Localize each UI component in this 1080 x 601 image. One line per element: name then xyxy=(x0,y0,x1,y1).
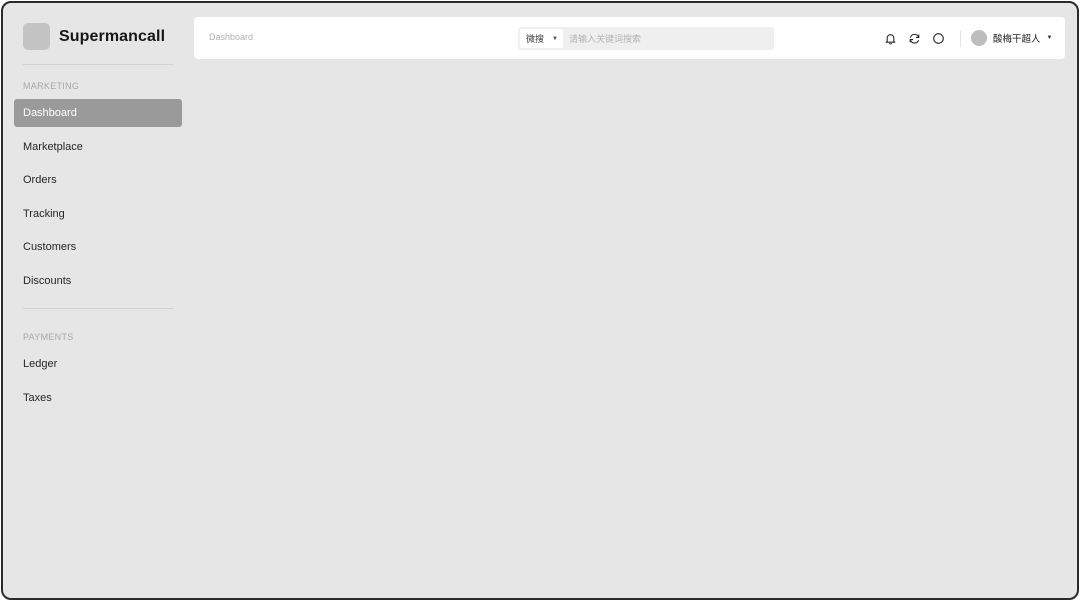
search-type-label: 微搜 xyxy=(526,34,545,44)
header-icons xyxy=(884,32,956,45)
section-label-payments: PAYMENTS xyxy=(23,332,74,342)
header-separator xyxy=(960,30,961,47)
sidebar-item-marketplace[interactable]: Marketplace xyxy=(14,133,182,161)
nav-marketing: Dashboard Marketplace Orders Tracking Cu… xyxy=(14,99,182,301)
sidebar-divider xyxy=(23,308,173,309)
search-input[interactable] xyxy=(563,29,774,48)
sidebar-divider xyxy=(23,64,173,65)
sidebar-item-taxes[interactable]: Taxes xyxy=(14,384,182,412)
user-name: 酸梅干超人 xyxy=(993,34,1041,45)
circle-icon[interactable] xyxy=(932,32,945,45)
bell-icon[interactable] xyxy=(884,32,897,45)
sidebar-item-tracking[interactable]: Tracking xyxy=(14,200,182,228)
search-bar: 微搜 ▼ xyxy=(518,27,774,50)
refresh-icon[interactable] xyxy=(908,32,921,45)
section-label-marketing: MARKETING xyxy=(23,81,80,91)
sidebar-item-orders[interactable]: Orders xyxy=(14,166,182,194)
caret-down-icon: ▼ xyxy=(552,35,558,42)
sidebar-item-discounts[interactable]: Discounts xyxy=(14,267,182,295)
brand-name: Supermancall xyxy=(59,27,166,45)
caret-down-icon: ▼ xyxy=(1046,35,1053,41)
sidebar-item-ledger[interactable]: Ledger xyxy=(14,350,182,378)
sidebar-item-dashboard[interactable]: Dashboard xyxy=(14,99,182,127)
breadcrumb[interactable]: Dashboard xyxy=(209,32,253,42)
sidebar-item-customers[interactable]: Customers xyxy=(14,233,182,261)
avatar xyxy=(971,30,987,46)
nav-payments: Ledger Taxes xyxy=(14,350,182,417)
brand[interactable]: Supermancall xyxy=(23,23,165,50)
app-window: Supermancall MARKETING Dashboard Marketp… xyxy=(1,1,1079,600)
search-type-select[interactable]: 微搜 ▼ xyxy=(520,29,563,48)
user-menu[interactable]: 酸梅干超人 ▼ xyxy=(971,30,1052,46)
top-header: Dashboard 微搜 ▼ 请输入关键词搜索 酸梅干超人 ▼ xyxy=(194,17,1065,59)
sidebar: Supermancall MARKETING Dashboard Marketp… xyxy=(3,3,193,598)
logo-square-icon xyxy=(23,23,50,50)
